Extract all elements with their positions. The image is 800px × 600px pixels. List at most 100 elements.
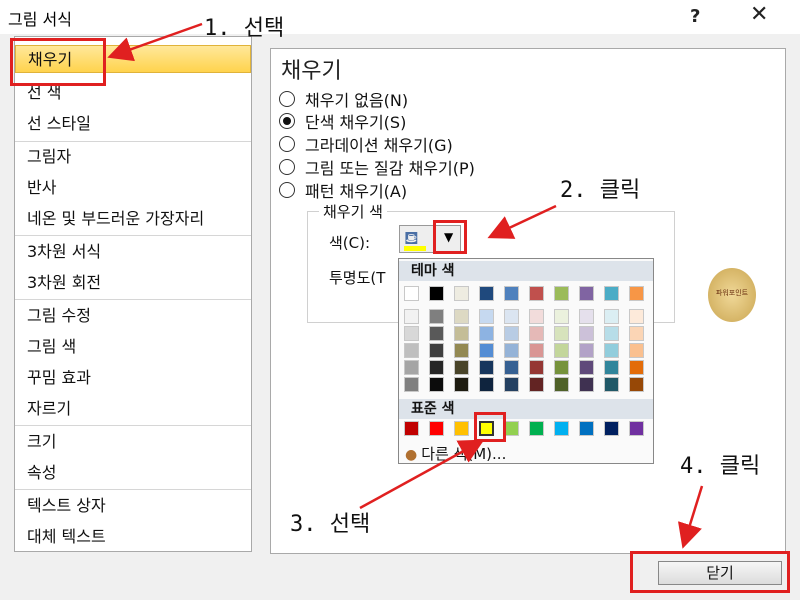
theme-shade-swatch[interactable]: [529, 326, 544, 341]
standard-color-swatch[interactable]: [629, 421, 644, 436]
theme-shade-swatch[interactable]: [479, 309, 494, 324]
theme-shade-swatch[interactable]: [404, 343, 419, 358]
theme-shade-swatch[interactable]: [404, 377, 419, 392]
theme-shade-swatch[interactable]: [554, 377, 569, 392]
theme-color-swatch[interactable]: [579, 286, 594, 301]
theme-shade-swatch[interactable]: [604, 309, 619, 324]
sidebar-item-glow-soft-edges[interactable]: 네온 및 부드러운 가장자리: [15, 205, 251, 233]
theme-shade-swatch[interactable]: [579, 326, 594, 341]
theme-shade-swatch[interactable]: [504, 360, 519, 375]
sidebar-item-label: 3차원 회전: [27, 273, 102, 292]
standard-color-swatch[interactable]: [529, 421, 544, 436]
theme-color-swatch[interactable]: [504, 286, 519, 301]
sidebar-divider: [15, 235, 251, 236]
standard-color-swatch[interactable]: [604, 421, 619, 436]
radio-button[interactable]: [279, 182, 295, 198]
more-colors-item[interactable]: ● 다른 색(M)...: [405, 443, 506, 464]
theme-shade-swatch[interactable]: [529, 377, 544, 392]
theme-shade-swatch[interactable]: [479, 326, 494, 341]
theme-color-swatch[interactable]: [629, 286, 644, 301]
standard-color-swatch[interactable]: [454, 421, 469, 436]
sidebar-item-3d-rotation[interactable]: 3차원 회전: [15, 269, 251, 297]
theme-shade-swatch[interactable]: [579, 377, 594, 392]
theme-shade-swatch[interactable]: [604, 326, 619, 341]
close-icon[interactable]: ✕: [750, 2, 768, 27]
theme-shade-swatch[interactable]: [529, 360, 544, 375]
theme-shade-swatch[interactable]: [504, 377, 519, 392]
theme-color-swatch[interactable]: [529, 286, 544, 301]
theme-color-swatch[interactable]: [554, 286, 569, 301]
theme-shade-swatch[interactable]: [604, 377, 619, 392]
theme-shade-swatch[interactable]: [554, 360, 569, 375]
theme-shade-swatch[interactable]: [579, 309, 594, 324]
theme-shade-swatch[interactable]: [404, 360, 419, 375]
theme-shade-swatch[interactable]: [404, 326, 419, 341]
theme-shade-swatch[interactable]: [629, 309, 644, 324]
theme-color-swatch[interactable]: [479, 286, 494, 301]
sidebar-item-size[interactable]: 크기: [15, 428, 251, 456]
sidebar-item-text-box[interactable]: 텍스트 상자: [15, 492, 251, 520]
theme-shade-swatch[interactable]: [479, 343, 494, 358]
standard-color-swatch[interactable]: [554, 421, 569, 436]
sidebar-item-crop[interactable]: 자르기: [15, 395, 251, 423]
sidebar-item-shadow[interactable]: 그림자: [15, 143, 251, 171]
theme-shade-swatch[interactable]: [554, 343, 569, 358]
theme-shade-swatch[interactable]: [454, 309, 469, 324]
sidebar-item-alt-text[interactable]: 대체 텍스트: [15, 523, 251, 551]
radio-button[interactable]: [279, 159, 295, 175]
theme-shade-swatch[interactable]: [504, 326, 519, 341]
theme-shade-swatch[interactable]: [479, 360, 494, 375]
theme-shade-swatch[interactable]: [429, 326, 444, 341]
help-button[interactable]: ?: [690, 6, 700, 27]
theme-shade-swatch[interactable]: [579, 343, 594, 358]
theme-shade-swatch[interactable]: [554, 309, 569, 324]
theme-shade-swatch[interactable]: [429, 309, 444, 324]
theme-color-swatch[interactable]: [454, 286, 469, 301]
annotation-step-3: 3. 선택: [290, 512, 371, 537]
theme-shade-swatch[interactable]: [554, 326, 569, 341]
radio-button[interactable]: [279, 136, 295, 152]
standard-color-swatch[interactable]: [404, 421, 419, 436]
theme-shade-swatch[interactable]: [629, 360, 644, 375]
highlight-yellow-swatch: [474, 412, 506, 442]
theme-shade-swatch[interactable]: [454, 326, 469, 341]
theme-color-swatch[interactable]: [404, 286, 419, 301]
theme-shade-swatch[interactable]: [629, 377, 644, 392]
radio-gradient-fill[interactable]: 그라데이션 채우기(G): [279, 132, 453, 155]
radio-solid-fill[interactable]: 단색 채우기(S): [279, 109, 406, 132]
theme-shade-swatch[interactable]: [604, 360, 619, 375]
standard-color-swatch[interactable]: [429, 421, 444, 436]
standard-color-swatch[interactable]: [504, 421, 519, 436]
sidebar-item-artistic-effects[interactable]: 꾸밈 효과: [15, 364, 251, 392]
theme-shade-swatch[interactable]: [404, 309, 419, 324]
theme-shade-swatch[interactable]: [604, 343, 619, 358]
sidebar-item-properties[interactable]: 속성: [15, 459, 251, 487]
radio-button[interactable]: [279, 113, 295, 129]
radio-no-fill[interactable]: 채우기 없음(N): [279, 87, 408, 110]
theme-shade-swatch[interactable]: [504, 343, 519, 358]
sidebar-item-3d-format[interactable]: 3차원 서식: [15, 238, 251, 266]
radio-pattern-fill[interactable]: 패턴 채우기(A): [279, 178, 407, 201]
theme-shade-swatch[interactable]: [454, 343, 469, 358]
sidebar-item-reflection[interactable]: 반사: [15, 174, 251, 202]
sidebar-item-picture-corrections[interactable]: 그림 수정: [15, 302, 251, 330]
radio-picture-fill[interactable]: 그림 또는 질감 채우기(P): [279, 155, 475, 178]
theme-shade-swatch[interactable]: [479, 377, 494, 392]
theme-shade-swatch[interactable]: [629, 326, 644, 341]
theme-color-swatch[interactable]: [429, 286, 444, 301]
theme-shade-swatch[interactable]: [429, 377, 444, 392]
theme-shade-swatch[interactable]: [429, 343, 444, 358]
theme-shade-swatch[interactable]: [429, 360, 444, 375]
theme-shade-swatch[interactable]: [629, 343, 644, 358]
radio-button[interactable]: [279, 91, 295, 107]
theme-shade-swatch[interactable]: [529, 343, 544, 358]
sidebar-item-line-style[interactable]: 선 스타일: [15, 110, 251, 138]
theme-shade-swatch[interactable]: [454, 377, 469, 392]
theme-shade-swatch[interactable]: [454, 360, 469, 375]
theme-color-swatch[interactable]: [604, 286, 619, 301]
theme-shade-swatch[interactable]: [504, 309, 519, 324]
theme-shade-swatch[interactable]: [529, 309, 544, 324]
theme-shade-swatch[interactable]: [579, 360, 594, 375]
sidebar-item-picture-color[interactable]: 그림 색: [15, 333, 251, 361]
standard-color-swatch[interactable]: [579, 421, 594, 436]
